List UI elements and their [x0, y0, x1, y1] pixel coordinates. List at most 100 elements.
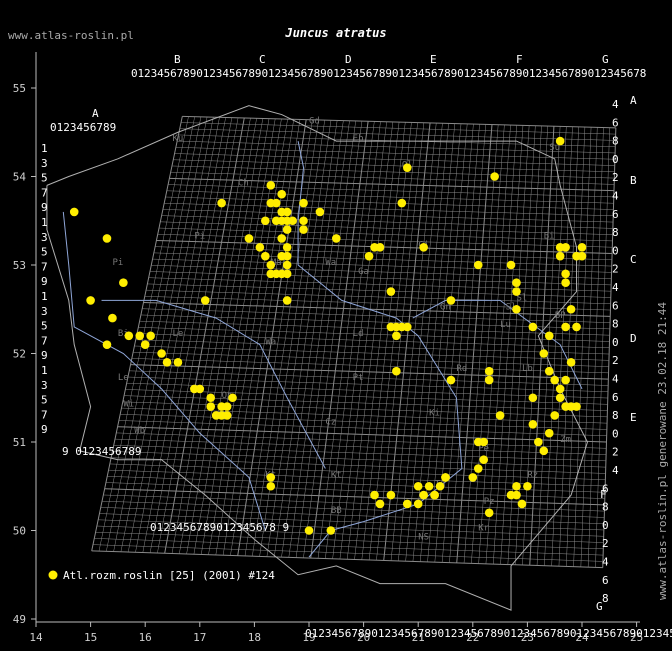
occurrence-point [512, 278, 521, 288]
occurrence-point [119, 278, 128, 288]
occurrence-point [577, 243, 587, 252]
occurrence-point [512, 287, 521, 296]
column-letter: D [345, 53, 352, 66]
region-label: Pz [484, 497, 495, 507]
left-digit: 7 [41, 334, 48, 347]
occurrence-point [555, 136, 565, 146]
occurrence-point [484, 366, 494, 376]
left-digit: 9 [41, 201, 48, 214]
region-label: Eb [353, 134, 364, 144]
occurrence-point [135, 331, 145, 341]
occurrence-point [561, 243, 570, 252]
x-tick-label: 14 [29, 631, 43, 644]
y-tick-label: 54 [13, 171, 27, 184]
map-title: Juncus atratus [284, 26, 386, 40]
site-url[interactable]: www.atlas-roslin.pl [8, 29, 134, 42]
occurrence-point [332, 234, 341, 243]
occurrence-point [102, 340, 112, 349]
left-digit: 5 [41, 246, 48, 259]
occurrence-point [572, 322, 581, 332]
right-digit: 6 [602, 482, 609, 495]
occurrence-point [157, 349, 166, 358]
right-digit: 0 [602, 519, 609, 532]
occurrence-point [173, 358, 183, 367]
region-label: Ga [358, 267, 369, 277]
right-digit: 0 [612, 244, 619, 257]
occurrence-point [550, 375, 559, 385]
occurrence-point [555, 393, 565, 403]
occurrence-point [484, 508, 494, 518]
occurrence-point [206, 393, 216, 403]
column-letter: F [516, 53, 523, 66]
occurrence-point [561, 278, 570, 288]
occurrence-point [544, 366, 554, 376]
region-label: Wb [134, 426, 145, 436]
occurrence-point [370, 490, 379, 500]
column-letter: C [259, 53, 266, 66]
occurrence-point [386, 287, 396, 296]
occurrence-point [386, 490, 396, 500]
occurrence-point [539, 349, 549, 358]
sw-digits: 0123456789012345678 9 [150, 521, 289, 534]
occurrence-point [364, 251, 374, 261]
occurrence-point [473, 260, 483, 270]
occurrence-point [539, 446, 549, 456]
occurrence-point [479, 455, 489, 465]
occurrence-point [282, 251, 292, 261]
occurrence-point [266, 473, 276, 482]
right-digit: 8 [602, 592, 609, 605]
row-letter: D [630, 332, 637, 345]
right-digit: 8 [612, 135, 619, 148]
right-digit: 6 [612, 208, 619, 221]
occurrence-point [326, 526, 336, 535]
left-digit: 1 [41, 290, 48, 303]
occurrence-point [299, 198, 308, 208]
region-label: Ku [173, 134, 184, 144]
distribution-map: 14 15 16 17 18 19 20 21 22 23 24 2555545352515049 A… [8, 26, 672, 644]
x-tick-label: 16 [139, 631, 152, 644]
occurrence-point [299, 216, 308, 226]
region-label: Lb [522, 364, 533, 374]
right-digit: 2 [612, 354, 619, 367]
occurrence-point [484, 375, 494, 385]
occurrence-point [397, 198, 407, 208]
left-digit: 3 [41, 231, 48, 244]
occurrence-point [544, 331, 554, 341]
occurrence-point [424, 481, 434, 491]
region-label: Lu [500, 320, 511, 330]
row-letter: C [630, 253, 637, 266]
right-digit: 4 [612, 464, 619, 477]
region-label: Kr [478, 524, 489, 534]
occurrence-point [282, 296, 292, 305]
region-label: Bi [544, 231, 555, 241]
occurrence-point [566, 358, 576, 367]
x-tick-label: 15 [84, 631, 97, 644]
region-label: Wa [325, 258, 336, 268]
left-digit: 3 [41, 157, 48, 170]
y-tick-label: 50 [13, 525, 26, 538]
right-digit: 8 [602, 501, 609, 514]
left-digit: 9 [41, 349, 48, 362]
occurrence-point [299, 225, 308, 234]
legend-marker [48, 570, 58, 580]
column-letter: B [174, 53, 181, 66]
region-label: Rd [456, 364, 467, 374]
region-label: Pt [353, 373, 364, 383]
right-digit: 4 [612, 373, 619, 386]
occurrence-point [550, 411, 559, 420]
occurrence-point [375, 243, 385, 252]
region-label: Ld [353, 329, 364, 339]
left-digit: 3 [41, 305, 48, 318]
occurrence-point [315, 207, 325, 217]
row-letter: A [630, 94, 637, 107]
right-digit: 8 [612, 226, 619, 239]
occurrence-point [217, 198, 226, 208]
occurrence-point [282, 207, 292, 217]
occurrence-point [523, 481, 532, 491]
occurrence-point [517, 499, 527, 509]
occurrence-point [288, 216, 297, 226]
occurrence-point [473, 437, 483, 447]
occurrence-point [413, 499, 423, 509]
atpol-grid [91, 115, 617, 569]
region-label: Le [173, 329, 184, 339]
